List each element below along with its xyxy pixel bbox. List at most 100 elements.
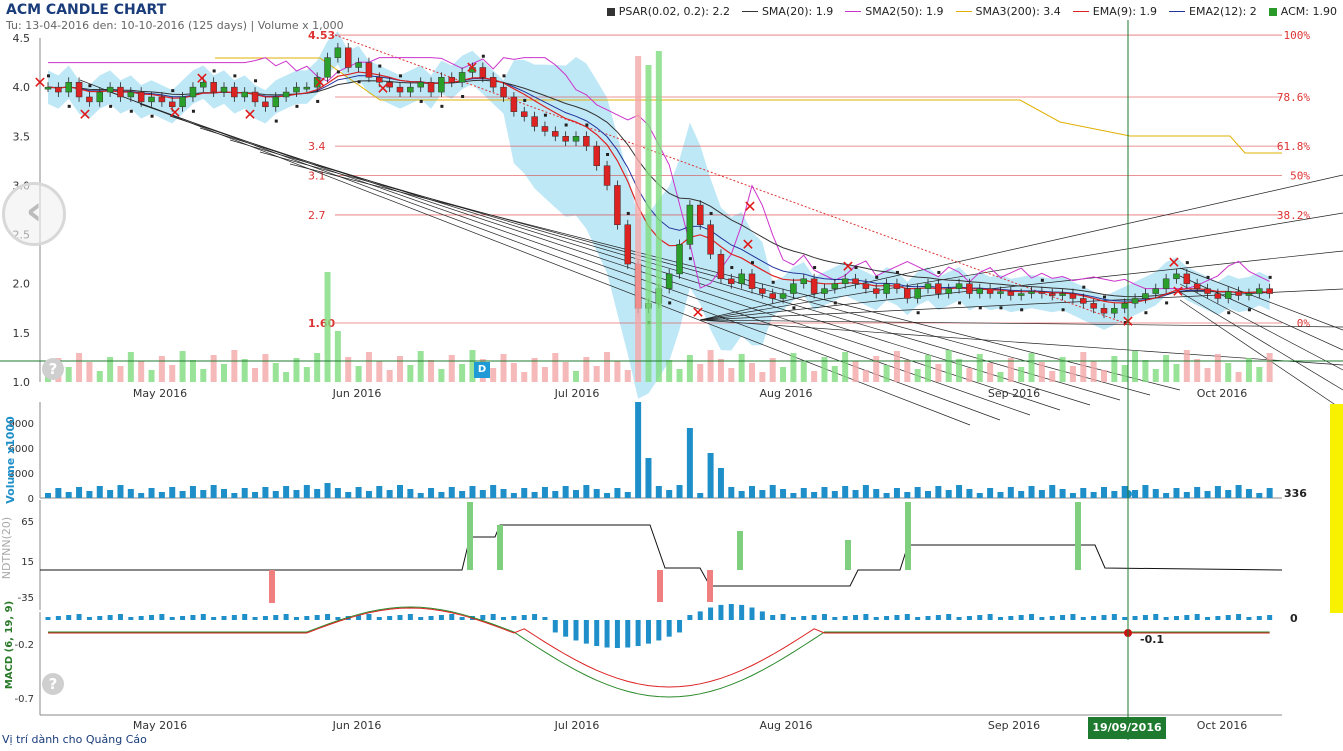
macd-histogram-bar — [169, 617, 175, 620]
price-volume-bar — [1018, 367, 1025, 382]
candle-body — [583, 136, 590, 147]
psar-dot — [771, 280, 775, 284]
candle-body — [976, 288, 984, 294]
volume-bar — [1163, 493, 1170, 498]
psar-dot — [88, 84, 92, 88]
psar-dot — [171, 89, 175, 93]
macd-histogram-bar — [501, 617, 507, 620]
psar-dot — [709, 211, 713, 215]
candle-body — [1235, 291, 1242, 296]
candle-body — [1090, 303, 1097, 309]
macd-histogram-bar — [1236, 614, 1242, 620]
macd-histogram-bar — [542, 617, 548, 620]
candle-body — [75, 81, 83, 98]
macd-histogram-bar — [1225, 615, 1231, 620]
candle-body — [438, 77, 445, 93]
chart-area[interactable]: 1.01.52.02.53.03.54.04.5100%4.5378.6%61.… — [0, 0, 1343, 751]
macd-histogram-bar — [894, 615, 900, 620]
psar-dot — [1103, 295, 1106, 299]
price-volume-bar — [510, 363, 517, 382]
help-icon[interactable]: ? — [42, 358, 64, 380]
fib-price-label: 3.4 — [308, 140, 326, 153]
volume-bar — [169, 487, 176, 498]
price-volume-bar — [365, 352, 372, 382]
volume-bar — [966, 489, 973, 498]
volume-bar — [158, 492, 165, 498]
psar-dot — [751, 261, 754, 265]
candle-body — [189, 86, 197, 98]
macd-histogram-bar — [449, 614, 455, 620]
candle-body — [665, 273, 673, 289]
candle-body — [924, 283, 932, 289]
macd-histogram-bar — [1122, 617, 1128, 620]
help-icon[interactable]: ? — [42, 673, 64, 695]
psar-dot — [233, 74, 237, 78]
psar-dot — [1040, 278, 1044, 282]
signal-x-mark: ✕ — [168, 103, 181, 122]
psar-dot — [730, 266, 734, 270]
candle-body — [231, 86, 238, 98]
volume-bar — [552, 491, 559, 498]
macd-histogram-bar — [97, 616, 103, 620]
psar-dot — [378, 64, 382, 68]
price-volume-bar — [117, 366, 124, 382]
price-volume-bar — [728, 368, 735, 382]
psar-dot — [833, 301, 837, 305]
price-volume-bar — [241, 359, 248, 382]
macd-histogram-bar — [625, 620, 631, 648]
volume-bar — [624, 492, 631, 498]
volume-bar — [541, 487, 548, 498]
price-volume-bar — [769, 358, 776, 382]
price-volume-bar — [738, 354, 745, 382]
ndtnn-tick-label: 65 — [21, 517, 34, 528]
candle-body — [427, 81, 435, 93]
macd-histogram-bar — [190, 615, 196, 620]
candle-body — [241, 91, 248, 98]
volume-bar — [210, 485, 217, 498]
candle-body — [1173, 273, 1180, 280]
d-marker[interactable]: D — [474, 362, 490, 378]
chart-svg[interactable]: 1.01.52.02.53.03.54.04.5100%4.5378.6%61.… — [0, 0, 1343, 747]
ad-placeholder-text[interactable]: Vị trí dành cho Quảng Cáo — [2, 733, 147, 746]
candle-body — [210, 81, 217, 93]
price-volume-bar — [862, 370, 869, 382]
volume-bar — [448, 487, 455, 498]
volume-bar — [397, 485, 403, 498]
candle-body — [220, 86, 228, 93]
signal-x-mark: ✕ — [1167, 253, 1180, 272]
volume-bar — [127, 489, 134, 498]
macd-histogram-bar — [790, 617, 796, 620]
price-volume-bar — [831, 366, 838, 382]
macd-histogram-bar — [728, 604, 734, 620]
x-tick-label: Aug 2016 — [760, 387, 813, 400]
macd-histogram-bar — [149, 615, 155, 620]
macd-histogram-bar — [397, 615, 403, 620]
price-volume-bar — [1225, 363, 1232, 382]
candle-body — [86, 96, 93, 103]
price-volume-bar — [614, 361, 621, 382]
macd-histogram-bar — [594, 620, 600, 647]
volume-bar — [86, 491, 93, 498]
volume-bar — [790, 493, 797, 498]
volume-bar — [1142, 485, 1149, 498]
volume-bar — [976, 493, 983, 498]
psar-dot — [854, 266, 858, 270]
price-volume-bar — [562, 362, 569, 382]
volume-bar — [96, 486, 103, 498]
ndtnn-tick-label: -35 — [18, 593, 34, 604]
volume-bar — [945, 490, 952, 498]
ndtnn-bar — [905, 502, 911, 570]
candle-body — [1069, 293, 1077, 299]
price-volume-bar — [231, 350, 238, 382]
macd-histogram-bar — [925, 616, 931, 620]
volume-bar — [510, 493, 517, 498]
candle-body — [251, 91, 259, 103]
candle-body — [1100, 308, 1108, 314]
macd-histogram-bar — [418, 617, 424, 620]
price-volume-bar — [1049, 371, 1056, 382]
volume-bar — [800, 488, 807, 498]
fib-pct-label: 38.2% — [1277, 209, 1310, 222]
candle-body — [1214, 293, 1222, 299]
volume-bar — [117, 485, 124, 498]
chevron-left-icon[interactable]: ‹ — [2, 182, 66, 246]
